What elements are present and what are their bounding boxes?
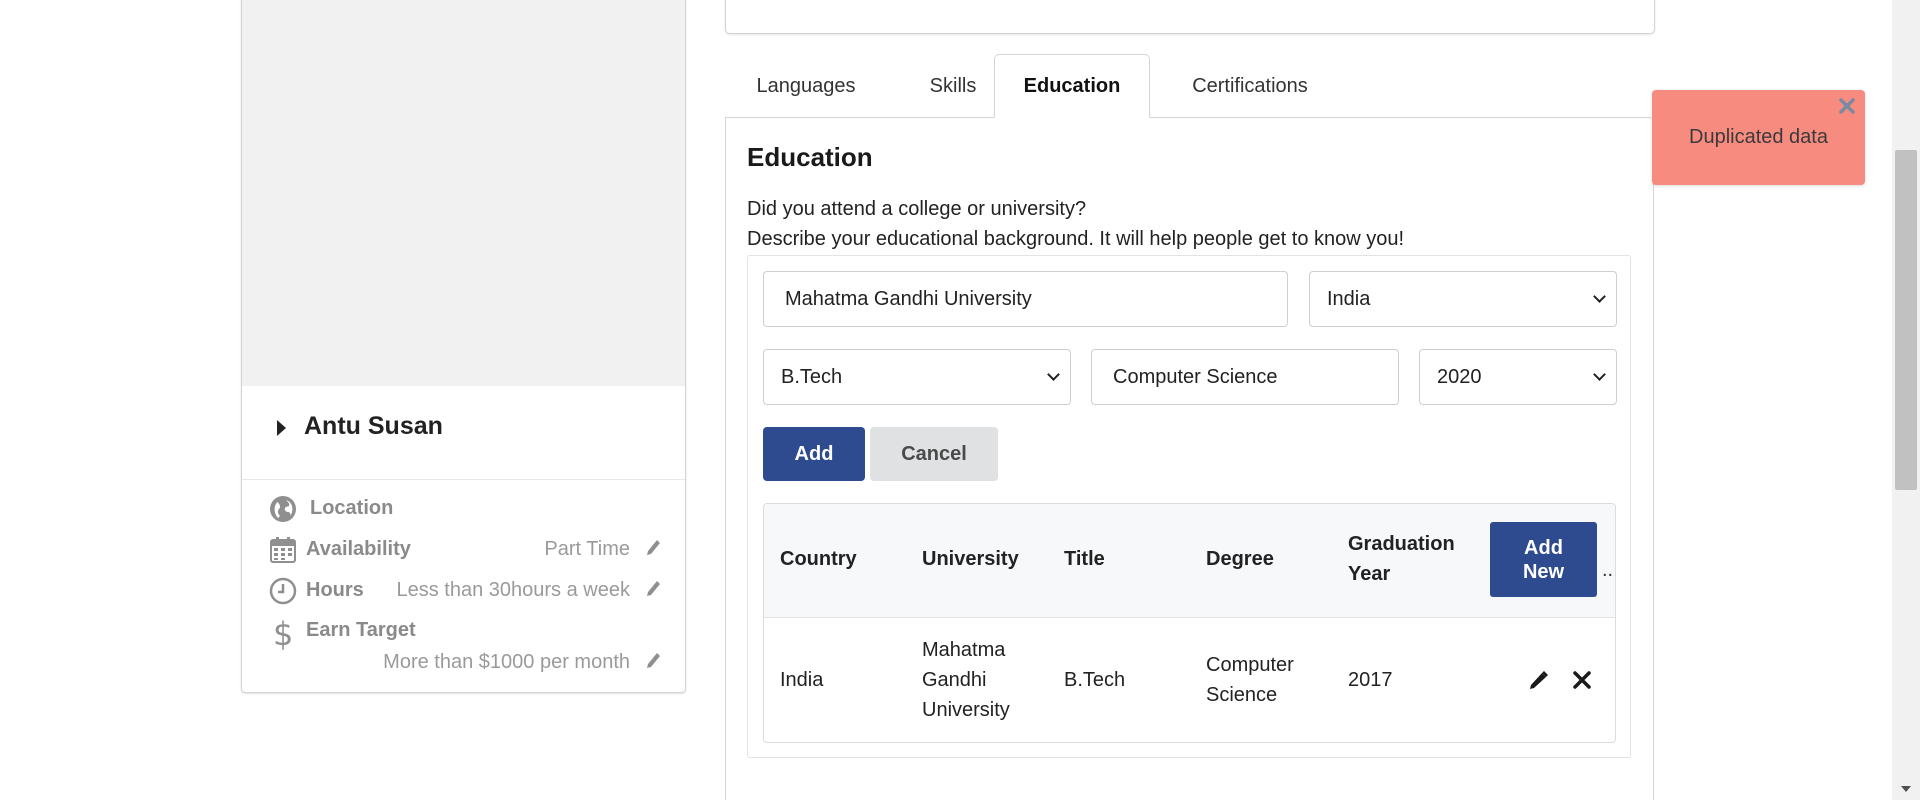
error-toast: Duplicated data bbox=[1652, 90, 1865, 185]
calendar-icon bbox=[270, 537, 296, 563]
cell-title: B.Tech bbox=[1064, 669, 1126, 691]
cell-university-line: University bbox=[922, 699, 1010, 721]
university-input[interactable]: Mahatma Gandhi University bbox=[763, 271, 1288, 327]
add-button[interactable]: Add bbox=[763, 427, 865, 481]
degree-select-value: B.Tech bbox=[781, 365, 843, 388]
cell-degree-line: Science bbox=[1206, 684, 1278, 706]
dollar-icon: $ bbox=[273, 617, 293, 651]
toast-message: Duplicated data bbox=[1689, 126, 1828, 148]
profile-name-row[interactable]: Antu Susan bbox=[242, 386, 685, 480]
graduation-year-select[interactable]: 2020 bbox=[1419, 349, 1617, 405]
pencil-icon[interactable] bbox=[645, 649, 663, 669]
pencil-icon[interactable] bbox=[645, 577, 663, 597]
clock-icon bbox=[269, 577, 297, 605]
country-select-value: India bbox=[1327, 287, 1371, 310]
earn-target-row: $ Earn Target More than $1000 per month bbox=[242, 613, 685, 685]
cancel-button[interactable]: Cancel bbox=[870, 427, 998, 481]
edit-pencil-icon[interactable] bbox=[1529, 670, 1549, 690]
cell-degree: Computer Science bbox=[1206, 650, 1294, 710]
cell-graduation-year: 2017 bbox=[1348, 669, 1393, 691]
hours-label: Hours bbox=[306, 579, 364, 601]
profile-name: Antu Susan bbox=[304, 412, 443, 440]
column-header-year: Year bbox=[1348, 563, 1391, 585]
education-table: Country University Title Degree Graduati… bbox=[763, 503, 1616, 743]
cell-university: Mahatma Gandhi University bbox=[922, 635, 1010, 725]
major-input-value: Computer Science bbox=[1113, 365, 1278, 388]
cell-university-line: Mahatma bbox=[922, 639, 1006, 661]
delete-x-icon[interactable] bbox=[1572, 670, 1592, 690]
availability-row: Availability Part Time bbox=[242, 532, 685, 572]
availability-label: Availability bbox=[306, 538, 411, 560]
column-header-country: Country bbox=[780, 548, 857, 570]
pencil-icon[interactable] bbox=[645, 536, 663, 556]
earn-target-label: Earn Target bbox=[306, 619, 416, 641]
page-scrollbar[interactable] bbox=[1892, 0, 1920, 800]
cell-country: India bbox=[780, 669, 824, 691]
education-question: Did you attend a college or university? bbox=[747, 198, 1087, 220]
cell-university-line: Gandhi bbox=[922, 669, 987, 691]
tab-languages[interactable]: Languages bbox=[726, 54, 886, 118]
add-new-button[interactable]: Add New bbox=[1490, 522, 1597, 597]
cell-degree-line: Computer bbox=[1206, 654, 1294, 676]
education-form: Mahatma Gandhi University India B.Tech C… bbox=[747, 255, 1631, 758]
graduation-year-select-value: 2020 bbox=[1437, 365, 1482, 388]
education-panel: Education Did you attend a college or un… bbox=[725, 117, 1654, 800]
location-label: Location bbox=[310, 497, 394, 519]
degree-select[interactable]: B.Tech bbox=[763, 349, 1071, 405]
close-icon[interactable] bbox=[1837, 96, 1857, 116]
scrollbar-thumb[interactable] bbox=[1895, 150, 1917, 490]
country-select[interactable]: India bbox=[1309, 271, 1617, 327]
scroll-down-arrow-icon[interactable] bbox=[1901, 786, 1911, 792]
svg-text:$: $ bbox=[273, 617, 293, 651]
profile-photo-placeholder bbox=[242, 0, 685, 386]
column-header-graduation-year: Graduation Year bbox=[1348, 529, 1455, 589]
globe-icon bbox=[270, 496, 296, 522]
profile-card: Antu Susan Location Availability Part Ti… bbox=[241, 0, 686, 693]
column-header-graduation: Graduation bbox=[1348, 533, 1455, 555]
hours-value: Less than 30hours a week bbox=[396, 579, 631, 601]
tab-education[interactable]: Education bbox=[994, 54, 1150, 118]
earn-target-value: More than $1000 per month bbox=[383, 651, 630, 673]
education-title: Education bbox=[747, 142, 873, 172]
column-header-degree: Degree bbox=[1206, 548, 1274, 570]
table-header: Country University Title Degree Graduati… bbox=[764, 504, 1615, 618]
chevron-down-icon bbox=[1593, 368, 1606, 381]
previous-section-box bbox=[725, 0, 1655, 34]
hours-row: Hours Less than 30hours a week bbox=[242, 573, 685, 613]
location-row: Location bbox=[242, 491, 685, 531]
caret-right-icon[interactable] bbox=[277, 420, 286, 436]
education-description: Describe your educational background. It… bbox=[747, 228, 1405, 250]
chevron-down-icon bbox=[1593, 290, 1606, 303]
chevron-down-icon bbox=[1047, 368, 1060, 381]
column-header-title: Title bbox=[1064, 548, 1105, 570]
major-input[interactable]: Computer Science bbox=[1091, 349, 1399, 405]
more-ellipsis[interactable]: ... bbox=[1602, 559, 1615, 582]
university-input-value: Mahatma Gandhi University bbox=[785, 287, 1032, 310]
tab-certifications[interactable]: Certifications bbox=[1150, 54, 1350, 118]
table-row: India Mahatma Gandhi University B.Tech C… bbox=[764, 618, 1615, 742]
column-header-university: University bbox=[922, 548, 1019, 570]
availability-value: Part Time bbox=[544, 538, 630, 560]
